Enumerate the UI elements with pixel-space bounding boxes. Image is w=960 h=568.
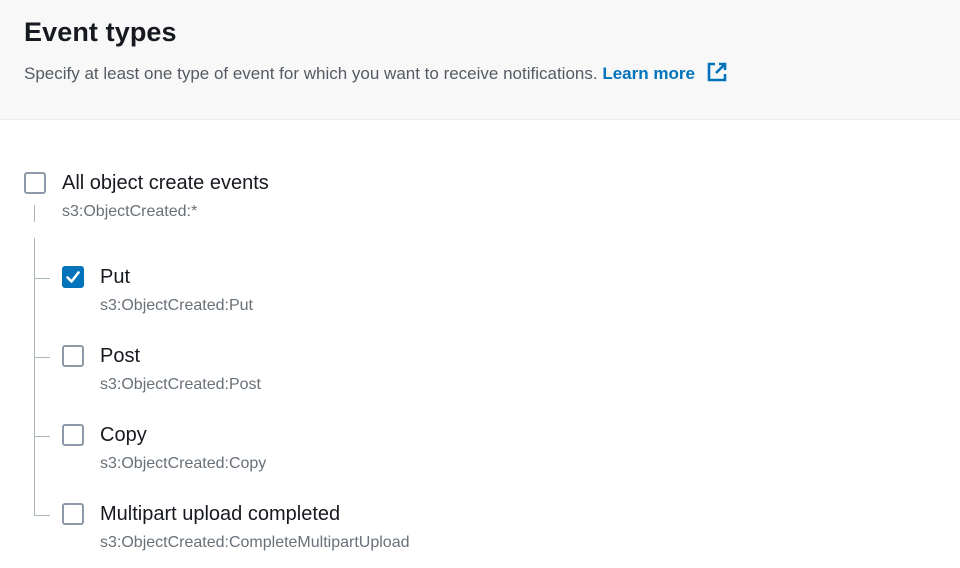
copy-code: s3:ObjectCreated:Copy — [100, 455, 267, 472]
put-label[interactable]: Put — [100, 266, 130, 289]
tree-stub-line — [34, 205, 35, 222]
tree-branch-post — [34, 357, 50, 358]
tree-branch-put — [34, 278, 50, 279]
learn-more-link[interactable]: Learn more — [602, 62, 727, 83]
checkmark-icon — [66, 271, 80, 283]
multipart-checkbox[interactable] — [62, 503, 84, 525]
section-header: Event types Specify at least one type of… — [0, 0, 960, 120]
page-title: Event types — [24, 17, 177, 47]
multipart-label[interactable]: Multipart upload completed — [100, 503, 340, 526]
multipart-code: s3:ObjectCreated:CompleteMultipartUpload — [100, 534, 410, 551]
put-code: s3:ObjectCreated:Put — [100, 297, 253, 314]
copy-label[interactable]: Copy — [100, 424, 147, 447]
description-text: Specify at least one type of event for w… — [24, 64, 598, 83]
put-checkbox[interactable] — [62, 266, 84, 288]
tree-branch-multipart — [34, 515, 50, 516]
post-code: s3:ObjectCreated:Post — [100, 376, 261, 393]
post-checkbox[interactable] — [62, 345, 84, 367]
tree-branch-copy — [34, 436, 50, 437]
section-description: Specify at least one type of event for w… — [24, 61, 728, 84]
all-create-events-label[interactable]: All object create events — [62, 172, 269, 195]
copy-checkbox[interactable] — [62, 424, 84, 446]
all-create-events-code: s3:ObjectCreated:* — [62, 203, 198, 220]
post-label[interactable]: Post — [100, 345, 140, 368]
all-create-events-checkbox[interactable] — [24, 172, 46, 194]
learn-more-label: Learn more — [602, 64, 695, 83]
external-link-icon — [707, 62, 726, 82]
tree-vertical-line — [34, 238, 35, 515]
